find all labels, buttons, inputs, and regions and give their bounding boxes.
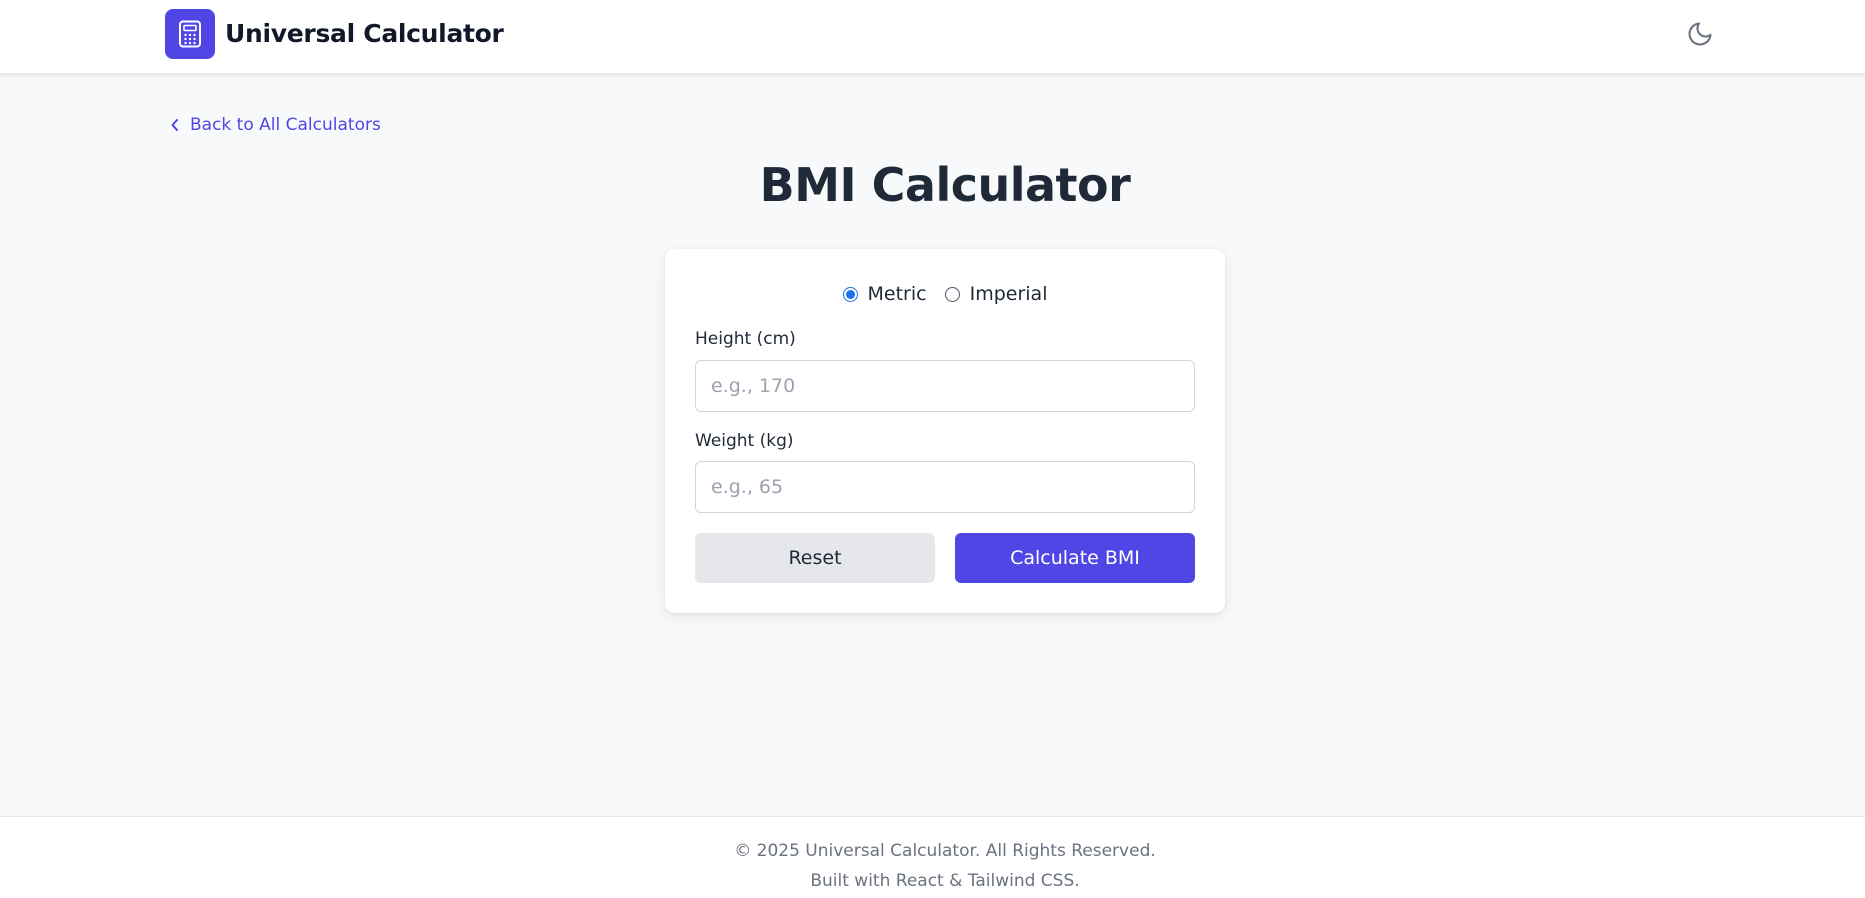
top-header: Universal Calculator bbox=[0, 0, 1865, 74]
moon-icon bbox=[1688, 22, 1712, 46]
height-label: Height (cm) bbox=[695, 329, 796, 349]
unit-option-imperial[interactable]: Imperial bbox=[944, 283, 1048, 305]
back-link-label: Back to All Calculators bbox=[190, 115, 381, 135]
reset-button[interactable]: Reset bbox=[695, 533, 935, 583]
calculate-bmi-button[interactable]: Calculate BMI bbox=[955, 533, 1195, 583]
theme-toggle-button[interactable] bbox=[1684, 18, 1716, 50]
page-title: BMI Calculator bbox=[759, 158, 1131, 212]
metric-radio[interactable] bbox=[842, 286, 858, 302]
imperial-radio[interactable] bbox=[944, 286, 960, 302]
app-logo[interactable] bbox=[165, 9, 215, 59]
weight-label: Weight (kg) bbox=[695, 431, 794, 451]
height-input[interactable] bbox=[695, 360, 1195, 412]
weight-input[interactable] bbox=[695, 461, 1195, 513]
back-to-all-calculators-link[interactable]: Back to All Calculators bbox=[170, 115, 381, 135]
footer-copyright: © 2025 Universal Calculator. All Rights … bbox=[734, 841, 1156, 861]
footer-built-with: Built with React & Tailwind CSS. bbox=[810, 871, 1080, 891]
unit-selector: Metric Imperial bbox=[665, 283, 1225, 305]
bmi-form-card: Metric Imperial Height (cm) Weight (kg) … bbox=[665, 249, 1225, 613]
page-footer: © 2025 Universal Calculator. All Rights … bbox=[0, 816, 1865, 898]
imperial-label: Imperial bbox=[969, 283, 1048, 305]
calculator-icon bbox=[179, 20, 201, 48]
metric-label: Metric bbox=[867, 283, 927, 305]
app-title[interactable]: Universal Calculator bbox=[225, 19, 504, 48]
chevron-left-icon bbox=[171, 119, 178, 131]
unit-option-metric[interactable]: Metric bbox=[842, 283, 927, 305]
